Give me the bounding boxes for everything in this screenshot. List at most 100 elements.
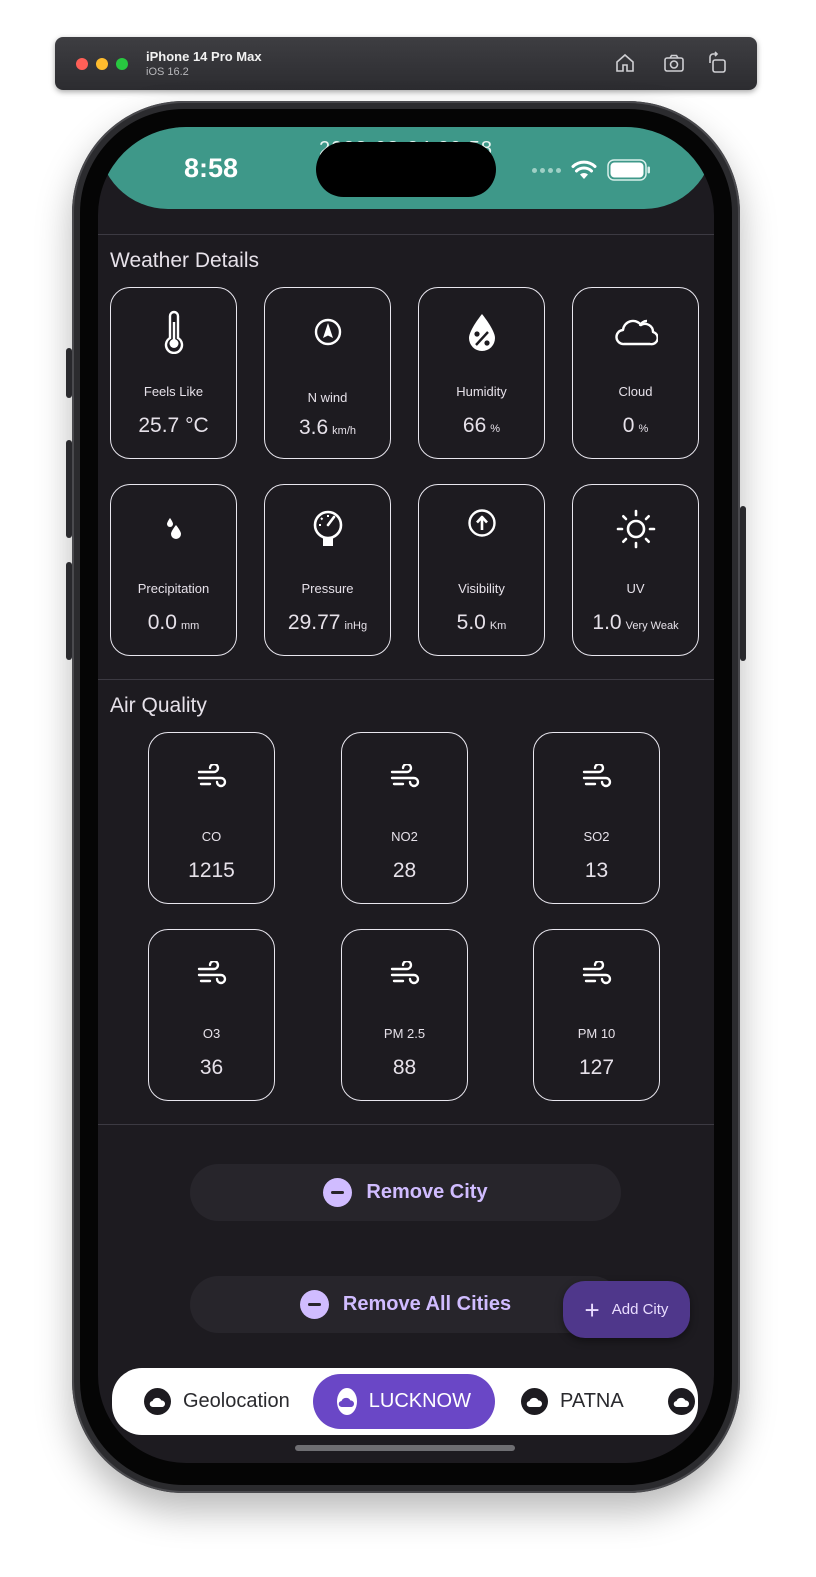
card-value: 13 [584,859,609,882]
close-window-button[interactable] [76,58,88,70]
wind-icon [197,961,226,985]
card-unit: inHg [344,620,368,632]
card-value: 66 [462,414,487,437]
app-bar: 2023-03-24 20:58 8:58 [98,127,714,209]
cloud-card: Cloud 0% [572,287,699,459]
card-value: 25.7 °C [138,414,209,437]
cloud-icon [668,1388,695,1415]
card-value: 3.6 [298,416,329,439]
card-unit: km/h [332,425,357,437]
card-value: 88 [392,1056,417,1079]
card-label: O3 [202,1026,221,1041]
city-tab-bar: Geolocation LUCKNOW PATNA [112,1368,698,1435]
card-label: SO2 [583,829,610,844]
card-value: 36 [199,1056,224,1079]
device-name: iPhone 14 Pro Max [146,49,262,64]
simulator-toolbar: iPhone 14 Pro Max iOS 16.2 [55,37,757,90]
minimize-window-button[interactable] [96,58,108,70]
uv-card: UV 1.0 Very Weak [572,484,699,656]
pressure-card: Pressure 29.77 inHg [264,484,391,656]
cloud-icon [614,319,658,346]
card-value: 0 [622,414,635,437]
cloud-icon [144,1388,171,1415]
tab-label: Geolocation [183,1390,290,1412]
card-unit: % [638,423,649,435]
o3-card: O3 36 [148,929,275,1101]
card-label: UV [626,581,645,596]
card-value: 127 [578,1056,615,1079]
dynamic-island [316,142,496,197]
wind-icon [582,961,611,985]
add-city-label: Add City [611,1301,669,1318]
no2-card: NO2 28 [341,732,468,904]
remove-circle-icon [299,1290,329,1319]
wind-icon [197,764,226,788]
remove-all-cities-label: Remove All Cities [342,1293,512,1315]
so2-card: SO2 13 [533,732,660,904]
pm25-card: PM 2.5 88 [341,929,468,1101]
card-label: N wind [307,390,348,405]
co-card: CO 1215 [148,732,275,904]
tab-label: PATNA [560,1390,624,1412]
add-city-button[interactable]: + Add City [563,1281,690,1338]
os-version: iOS 16.2 [146,66,189,78]
card-label: PM 2.5 [383,1026,426,1041]
tab-label: LUCKNOW [368,1390,471,1412]
card-value: 29.77 [287,611,341,634]
humidity-icon [468,314,495,351]
air-quality-title: Air Quality [110,694,207,717]
remove-all-cities-button[interactable]: Remove All Cities [190,1276,621,1333]
power-button [740,506,746,661]
cellular-signal-icon [532,167,561,173]
card-value: 5.0 [456,611,486,634]
card-label: Precipitation [137,581,210,596]
wind-icon [582,764,611,788]
zoom-window-button[interactable] [116,58,128,70]
remove-city-label: Remove City [366,1181,488,1203]
feels-like-card: Feels Like 25.7 °C [110,287,237,459]
card-label: Cloud [618,384,653,399]
tab-patna[interactable]: PATNA [521,1374,624,1429]
remove-city-button[interactable]: Remove City [190,1164,621,1221]
battery-icon [607,159,650,181]
home-icon[interactable] [613,51,637,75]
card-unit: mm [180,620,200,632]
remove-circle-icon [323,1178,353,1207]
card-label: CO [201,829,222,844]
card-unit: % [490,423,501,435]
rotate-icon[interactable] [706,51,730,75]
visibility-icon [467,509,496,537]
sun-icon [616,509,655,549]
card-label: Pressure [301,581,354,596]
card-value: 1215 [188,859,235,882]
screenshot-icon[interactable] [662,51,686,75]
divider [98,234,714,235]
tab-more-city[interactable] [668,1374,698,1429]
pm10-card: PM 10 127 [533,929,660,1101]
card-value: 1.0 [592,611,622,634]
card-label: PM 10 [577,1026,616,1041]
visibility-card: Visibility 5.0 Km [418,484,545,656]
card-label: Visibility [458,581,505,596]
pressure-gauge-icon [313,510,342,546]
humidity-card: Humidity 66% [418,287,545,459]
wind-direction-icon [314,318,341,346]
card-label: Humidity [456,384,507,399]
card-label: Feels Like [143,384,204,399]
app-screen: 2023-03-24 20:58 8:58 Weather Details [98,127,714,1463]
wind-icon [390,961,419,985]
tab-geolocation[interactable]: Geolocation [144,1374,290,1429]
precipitation-icon [166,518,181,539]
card-label: NO2 [391,829,418,844]
thermometer-icon [164,310,183,354]
tab-lucknow[interactable]: LUCKNOW [313,1374,495,1429]
card-unit: Very Weak [625,620,679,632]
precipitation-card: Precipitation 0.0 mm [110,484,237,656]
divider [98,1124,714,1125]
card-unit: Km [489,620,507,632]
card-value: 0.0 [147,611,177,634]
home-indicator[interactable] [295,1445,515,1451]
wind-card: N wind 3.6 km/h [264,287,391,459]
status-indicators [532,155,651,185]
cloud-icon [521,1388,548,1415]
